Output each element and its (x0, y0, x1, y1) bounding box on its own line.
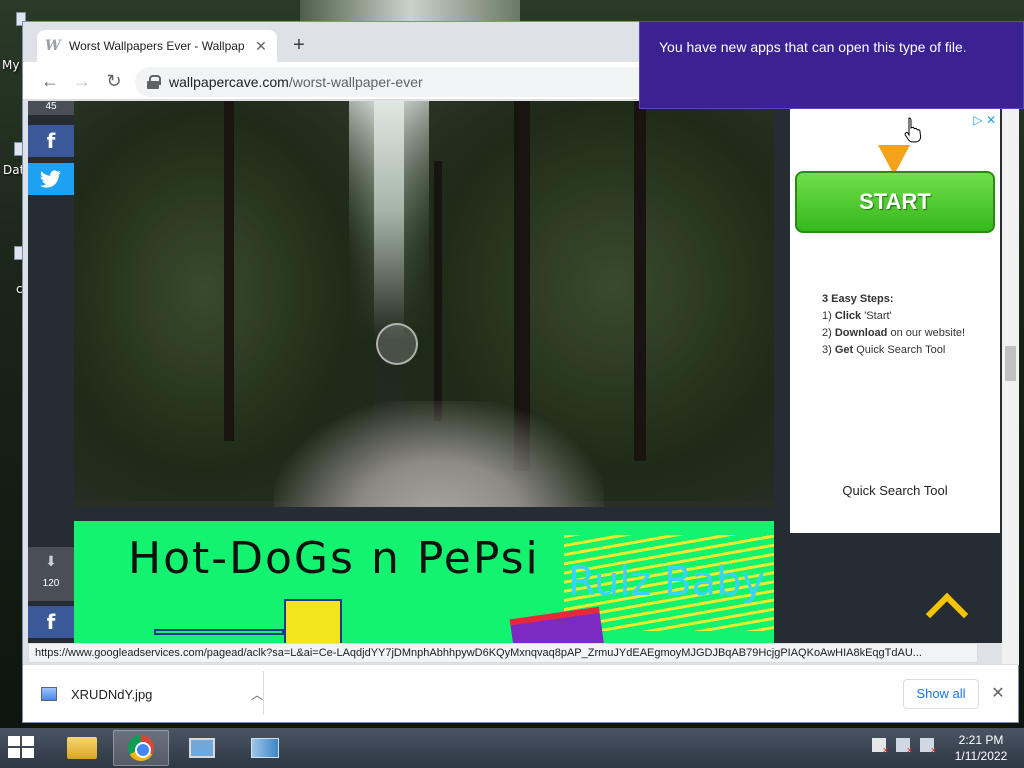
ad-step-action: Get (834, 344, 854, 356)
ad-step-number: 2) (822, 327, 832, 339)
ad-step-number: 1) (822, 310, 832, 322)
ad-step: 2) Download on our website! (822, 325, 965, 342)
adchoices-icon[interactable]: ▷ ✕ (973, 113, 996, 127)
chrome-taskbar-button[interactable] (113, 730, 169, 766)
wallpapercave-favicon-icon: W (45, 38, 61, 54)
chevron-up-icon[interactable]: ︿ (251, 686, 263, 703)
file-explorer-taskbar-button[interactable] (54, 730, 110, 766)
forward-arrow-icon[interactable]: → (71, 70, 93, 92)
network-app-taskbar-button[interactable] (237, 730, 293, 766)
twitter-bird-icon (40, 170, 61, 188)
download-shelf: XRUDNdY.jpg ︿ Show all ✕ (23, 664, 1018, 722)
ad-start-button[interactable]: START (795, 171, 995, 233)
url-text: wallpapercave.com/worst-wallpaper-ever (169, 74, 423, 90)
image-tree-trunk (634, 101, 646, 461)
forest-road-wallpaper-image[interactable] (74, 101, 774, 507)
vertical-scrollbar[interactable] (1002, 101, 1019, 665)
facebook-share-button[interactable]: f (28, 125, 74, 157)
desktop-icon-label: My (2, 58, 20, 72)
ad-step-text: Quick Search Tool (856, 344, 946, 356)
clock-time: 2:21 PM (958, 733, 1004, 747)
download-arrow-icon: ⬇ (45, 553, 57, 569)
back-arrow-icon[interactable]: ← (39, 70, 61, 92)
ad-step-action: Click (834, 310, 862, 322)
image-smiley-face (284, 599, 342, 643)
monitor-icon (189, 738, 215, 758)
hotdog-pepsi-wallpaper-image[interactable]: Hot-DoGs n PePsi Rulz Baby (74, 521, 774, 643)
close-download-shelf-icon[interactable]: ✕ (989, 683, 1007, 703)
ad-step: 3) Get Quick Search Tool (822, 342, 965, 359)
download-separator (263, 671, 264, 715)
windows-start-icon[interactable] (8, 736, 36, 760)
ad-steps: 3 Easy Steps: 1) Click 'Start' 2) Downlo… (822, 291, 965, 359)
chrome-icon (128, 735, 154, 761)
browser-tab[interactable]: W Worst Wallpapers Ever - Wallpap ✕ (37, 30, 277, 62)
facebook-share-button[interactable]: f (28, 606, 74, 638)
ad-step-text: on our website! (890, 327, 966, 339)
new-apps-notification[interactable]: You have new apps that can open this typ… (639, 21, 1024, 109)
image-zoom-circle-icon[interactable] (376, 323, 418, 365)
ad-step-text: 'Start' (864, 310, 892, 322)
network-app-icon (251, 738, 279, 758)
clock-date: 1/11/2022 (954, 749, 1008, 763)
link-status-bar: https://www.googleadservices.com/pagead/… (28, 643, 978, 663)
twitter-share-button[interactable] (28, 163, 74, 195)
image-blue-bar (154, 629, 284, 635)
notification-message: You have new apps that can open this typ… (659, 39, 967, 55)
ad-step-action: Download (834, 327, 888, 339)
url-host: wallpapercave.com (169, 74, 289, 90)
volume-muted-icon[interactable] (920, 738, 937, 755)
windows-taskbar: 2:21 PM 1/11/2022 (0, 728, 1024, 768)
download-count-box[interactable]: ⬇ 120 (28, 547, 74, 601)
ad-step: 1) Click 'Start' (822, 308, 965, 325)
ad-step-number: 3) (822, 344, 832, 356)
url-path: /worst-wallpaper-ever (288, 74, 423, 90)
taskbar-clock[interactable]: 2:21 PM 1/11/2022 (946, 732, 1016, 764)
share-count: 45 (28, 101, 74, 115)
computer-taskbar-button[interactable] (174, 730, 230, 766)
network-status-icon[interactable] (896, 738, 913, 755)
chrome-window: W Worst Wallpapers Ever - Wallpap ✕ + ← … (22, 21, 1019, 723)
image-hotdog-text: Hot-DoGs n PePsi (128, 533, 540, 584)
image-file-icon (41, 687, 57, 701)
ad-steps-title: 3 Easy Steps: (822, 293, 894, 305)
advertisement-panel[interactable]: ▷ ✕ START 3 Easy Steps: 1) Click 'Start'… (790, 101, 1000, 533)
folder-icon (67, 737, 97, 759)
action-center-flag-icon[interactable] (872, 738, 889, 755)
show-all-button[interactable]: Show all (903, 679, 979, 709)
image-purple-shape (509, 606, 605, 643)
scroll-to-top-chevron-icon[interactable] (926, 591, 970, 621)
image-tree-trunk (434, 161, 442, 421)
download-count: 120 (42, 578, 60, 589)
image-rulz-text: Rulz Baby (568, 559, 766, 605)
lock-icon[interactable] (147, 75, 161, 89)
download-item[interactable]: XRUDNdY.jpg ︿ (41, 679, 263, 709)
system-tray (872, 738, 937, 755)
ad-footer-text[interactable]: Quick Search Tool (790, 483, 1000, 498)
new-tab-icon[interactable]: + (289, 34, 309, 56)
download-file-name: XRUDNdY.jpg (71, 686, 153, 702)
share-sidebar: 45 f ⬇ 120 f (28, 101, 74, 643)
image-tree-trunk (224, 101, 234, 441)
scrollbar-thumb[interactable] (1005, 346, 1016, 381)
tab-close-icon[interactable]: ✕ (253, 38, 269, 55)
hand-pointer-cursor-icon (904, 117, 922, 143)
tab-title: Worst Wallpapers Ever - Wallpap (69, 39, 245, 53)
image-road (274, 401, 604, 507)
page-viewport: 45 f ⬇ 120 f Hot-DoGs n PePsi Rulz Baby … (28, 101, 1002, 643)
reload-icon[interactable]: ↻ (103, 70, 125, 92)
